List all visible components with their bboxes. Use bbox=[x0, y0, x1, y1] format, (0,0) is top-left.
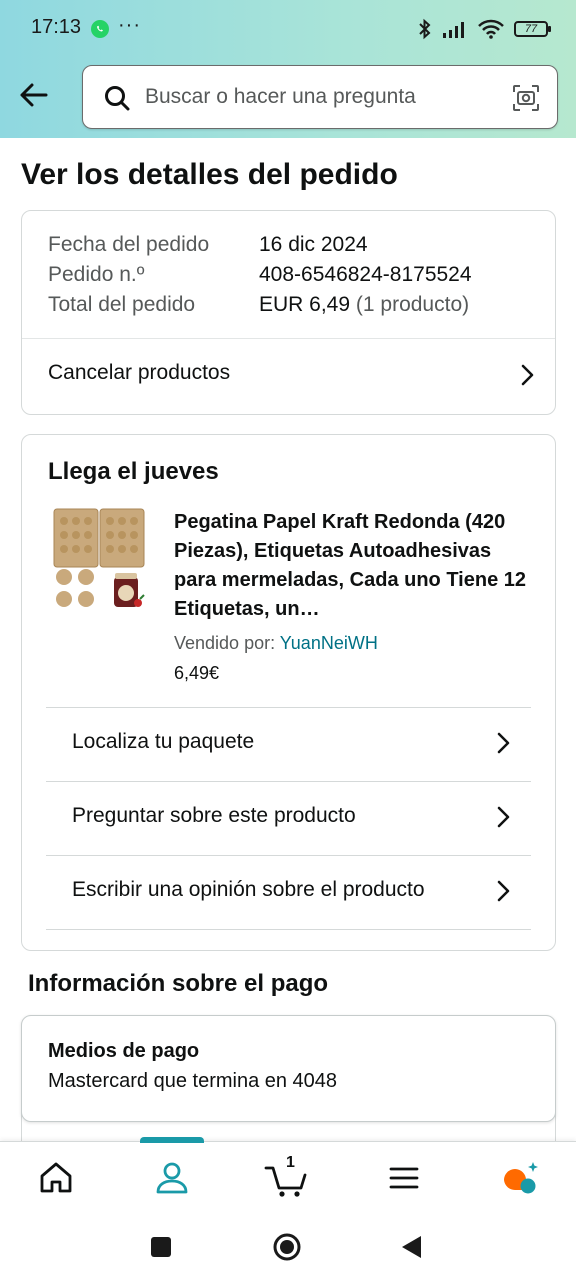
write-review-label: Escribir una opinión sobre el producto bbox=[72, 878, 425, 901]
order-date-label: Fecha del pedido bbox=[48, 233, 210, 256]
cancel-products-row[interactable]: Cancelar productos bbox=[22, 339, 555, 414]
sold-by-label: Vendido por: bbox=[174, 633, 276, 653]
payment-method-card: Medios de pago Mastercard que termina en… bbox=[21, 1015, 556, 1122]
delivery-heading: Llega el jueves bbox=[48, 458, 219, 485]
search-input[interactable]: Buscar o hacer una pregunta bbox=[82, 65, 558, 129]
system-navigation-bar bbox=[0, 1213, 576, 1280]
back-triangle-icon[interactable] bbox=[397, 1232, 427, 1262]
app-header: 17:13 ··· 77 Buscar o hacer una pregunta bbox=[0, 0, 576, 138]
signal-icon bbox=[443, 22, 464, 38]
notification-overflow: ··· bbox=[118, 14, 141, 36]
track-package-label: Localiza tu paquete bbox=[72, 730, 255, 753]
order-total-count: (1 producto) bbox=[355, 293, 470, 316]
active-tab-indicator bbox=[140, 1137, 204, 1143]
search-icon bbox=[105, 86, 130, 111]
payment-method-label: Medios de pago bbox=[48, 1040, 200, 1062]
back-arrow-icon[interactable] bbox=[14, 76, 54, 116]
write-review-row[interactable]: Escribir una opinión sobre el producto bbox=[46, 856, 531, 929]
ask-product-question-row[interactable]: Preguntar sobre este producto bbox=[46, 782, 531, 855]
order-total-value: EUR 6,49 (1 producto) bbox=[259, 293, 469, 317]
product-title[interactable]: Pegatina Papel Kraft Redonda (420 Piezas… bbox=[174, 508, 534, 624]
chevron-right-icon bbox=[497, 806, 510, 828]
bluetooth-icon bbox=[419, 18, 431, 40]
order-total-amount: EUR 6,49 bbox=[259, 293, 351, 316]
home-icon[interactable] bbox=[36, 1158, 76, 1198]
account-icon[interactable] bbox=[152, 1158, 192, 1198]
wifi-icon bbox=[478, 19, 504, 39]
product-image[interactable] bbox=[52, 507, 146, 611]
payment-method-value: Mastercard que termina en 4048 bbox=[48, 1070, 338, 1092]
menu-icon[interactable] bbox=[384, 1158, 424, 1198]
ask-product-question-label: Preguntar sobre este producto bbox=[72, 804, 356, 827]
whatsapp-icon bbox=[91, 20, 109, 38]
battery-icon: 77 bbox=[514, 21, 551, 37]
chevron-right-icon bbox=[497, 732, 510, 754]
recent-apps-icon[interactable] bbox=[146, 1232, 176, 1262]
sold-by: Vendido por: YuanNeiWH bbox=[174, 633, 378, 654]
camera-search-icon[interactable] bbox=[511, 83, 541, 113]
divider bbox=[46, 929, 531, 930]
seller-link[interactable]: YuanNeiWH bbox=[280, 633, 378, 653]
order-summary-card: Fecha del pedido 16 dic 2024 Pedido n.º … bbox=[21, 210, 556, 415]
chevron-right-icon bbox=[497, 880, 510, 902]
status-bar: 17:13 ··· 77 bbox=[0, 0, 576, 56]
status-time: 17:13 bbox=[31, 16, 82, 38]
payment-heading: Información sobre el pago bbox=[28, 970, 329, 997]
chevron-right-icon bbox=[521, 364, 534, 386]
home-circle-icon[interactable] bbox=[272, 1232, 302, 1262]
rufus-assistant-icon[interactable] bbox=[500, 1158, 540, 1198]
search-placeholder: Buscar o hacer una pregunta bbox=[145, 85, 416, 108]
order-number-label: Pedido n.º bbox=[48, 263, 145, 286]
status-icons: 77 bbox=[418, 16, 551, 42]
order-date-value: 16 dic 2024 bbox=[259, 233, 368, 256]
cart-button[interactable]: 1 bbox=[264, 1154, 310, 1198]
shipment-card: Llega el jueves Pegatina Papel Kraft Red… bbox=[21, 434, 556, 951]
order-total-label: Total del pedido bbox=[48, 293, 196, 316]
cancel-products-label: Cancelar productos bbox=[48, 361, 231, 384]
bottom-navigation: 1 bbox=[0, 1137, 576, 1213]
cart-count: 1 bbox=[286, 1154, 295, 1171]
order-number-value: 408-6546824-8175524 bbox=[259, 263, 472, 286]
product-price: 6,49€ bbox=[174, 663, 220, 683]
track-package-row[interactable]: Localiza tu paquete bbox=[46, 708, 531, 781]
page-title: Ver los detalles del pedido bbox=[21, 158, 398, 191]
